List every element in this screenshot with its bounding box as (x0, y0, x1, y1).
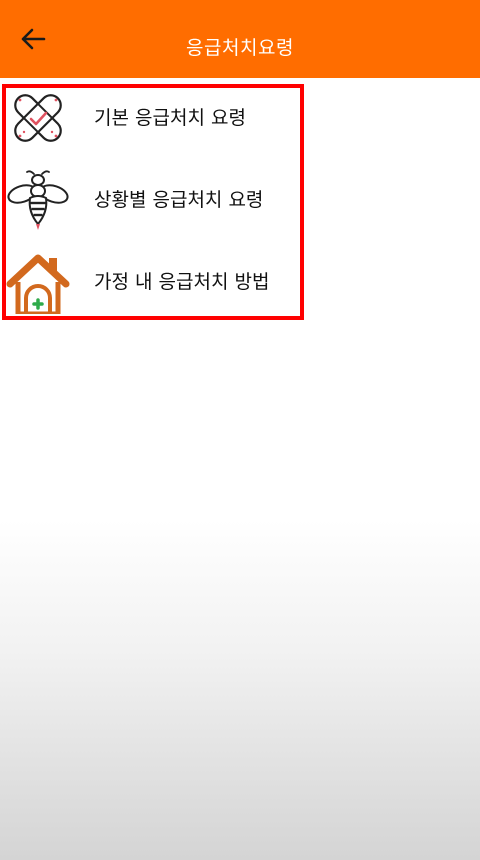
menu-item-home-first-aid[interactable]: 가정 내 응급처치 방법 (0, 244, 300, 320)
menu-item-label: 가정 내 응급처치 방법 (94, 271, 270, 293)
menu-item-label: 상황별 응급처치 요령 (94, 189, 264, 211)
page-title: 응급처치요령 (186, 37, 294, 59)
home-firstaid-icon (6, 254, 70, 314)
bandage-icon (14, 94, 62, 142)
app-bar: 응급처치요령 (0, 0, 480, 78)
menu-item-basic-first-aid[interactable]: 기본 응급처치 요령 (0, 80, 300, 156)
menu-item-situational-first-aid[interactable]: 상황별 응급처치 요령 (0, 162, 300, 238)
bee-icon (7, 170, 69, 230)
menu-item-label: 기본 응급처치 요령 (94, 107, 246, 129)
